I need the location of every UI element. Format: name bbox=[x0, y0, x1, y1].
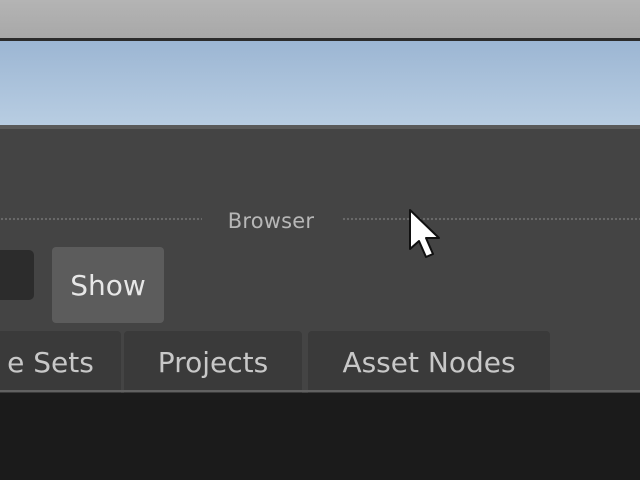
panel-title: Browser bbox=[227, 209, 315, 233]
header-divider-left bbox=[0, 217, 202, 221]
tab-bar-divider bbox=[0, 390, 640, 392]
panel-header[interactable]: Browser bbox=[0, 204, 640, 234]
viewport-preview bbox=[0, 41, 640, 125]
tab-sets[interactable]: e Sets bbox=[0, 331, 121, 393]
tab-projects[interactable]: Projects bbox=[124, 331, 302, 393]
header-divider-right bbox=[342, 217, 640, 221]
show-button[interactable]: Show bbox=[52, 247, 164, 323]
tab-asset-nodes[interactable]: Asset Nodes bbox=[308, 331, 550, 393]
application-window: Browser Show e Sets Projects Asset Nodes bbox=[0, 0, 640, 480]
content-area bbox=[0, 393, 640, 480]
search-input[interactable] bbox=[0, 250, 34, 300]
top-chrome bbox=[0, 0, 640, 41]
mouse-pointer-icon bbox=[409, 209, 440, 258]
